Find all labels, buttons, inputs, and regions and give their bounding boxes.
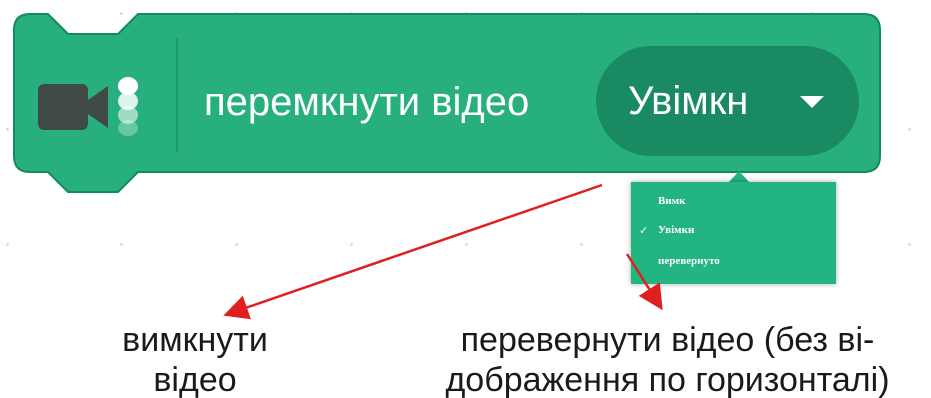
menu-item-label: Вимк [658, 195, 686, 207]
menu-item-label: перевернуто [658, 255, 720, 267]
caption-off-line1: вимкнути [122, 321, 268, 359]
stage: перемкнути відео Увімкн Вимк ✓ Увімкн пе… [0, 0, 931, 398]
video-state-dropdown[interactable]: Увімкн [596, 46, 859, 156]
menu-item-on[interactable]: ✓ Увімкн [631, 221, 836, 241]
caption-off-line2: відео [153, 361, 237, 398]
check-icon: ✓ [639, 224, 649, 237]
menu-item-flipped[interactable]: перевернуто [631, 252, 836, 272]
triangle-down-icon [800, 96, 824, 108]
caption-flipped: перевернути відео (без ві- дображення по… [410, 320, 925, 398]
menu-item-off[interactable]: Вимк [631, 192, 836, 212]
caption-flipped-line2: дображення по горизонталі) [445, 361, 890, 398]
menu-item-label: Увімкн [658, 224, 695, 236]
dropdown-selected-value: Увімкн [628, 79, 749, 123]
dropdown-menu: Вимк ✓ Увімкн перевернуто [631, 182, 836, 284]
block-label: перемкнути відео [204, 80, 530, 124]
caption-flipped-line1: перевернути відео (без ві- [460, 321, 875, 359]
caption-off: вимкнути відео [100, 320, 290, 398]
